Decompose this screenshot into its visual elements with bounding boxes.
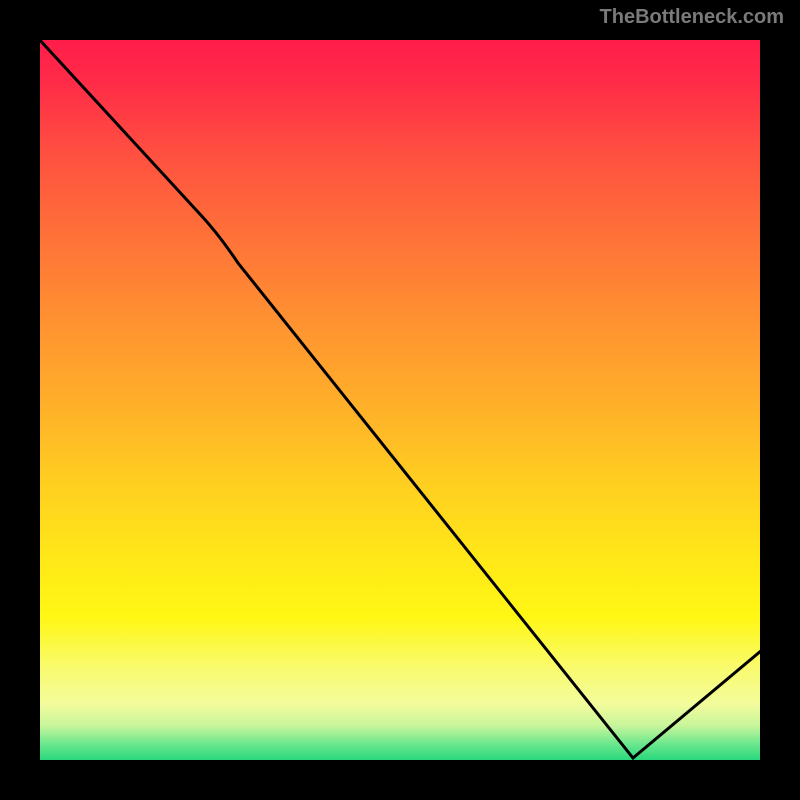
bottleneck-curve xyxy=(38,38,762,762)
plot-frame xyxy=(30,30,770,770)
watermark-text: TheBottleneck.com xyxy=(600,6,784,29)
chart-container: TheBottleneck.com xyxy=(0,0,800,800)
